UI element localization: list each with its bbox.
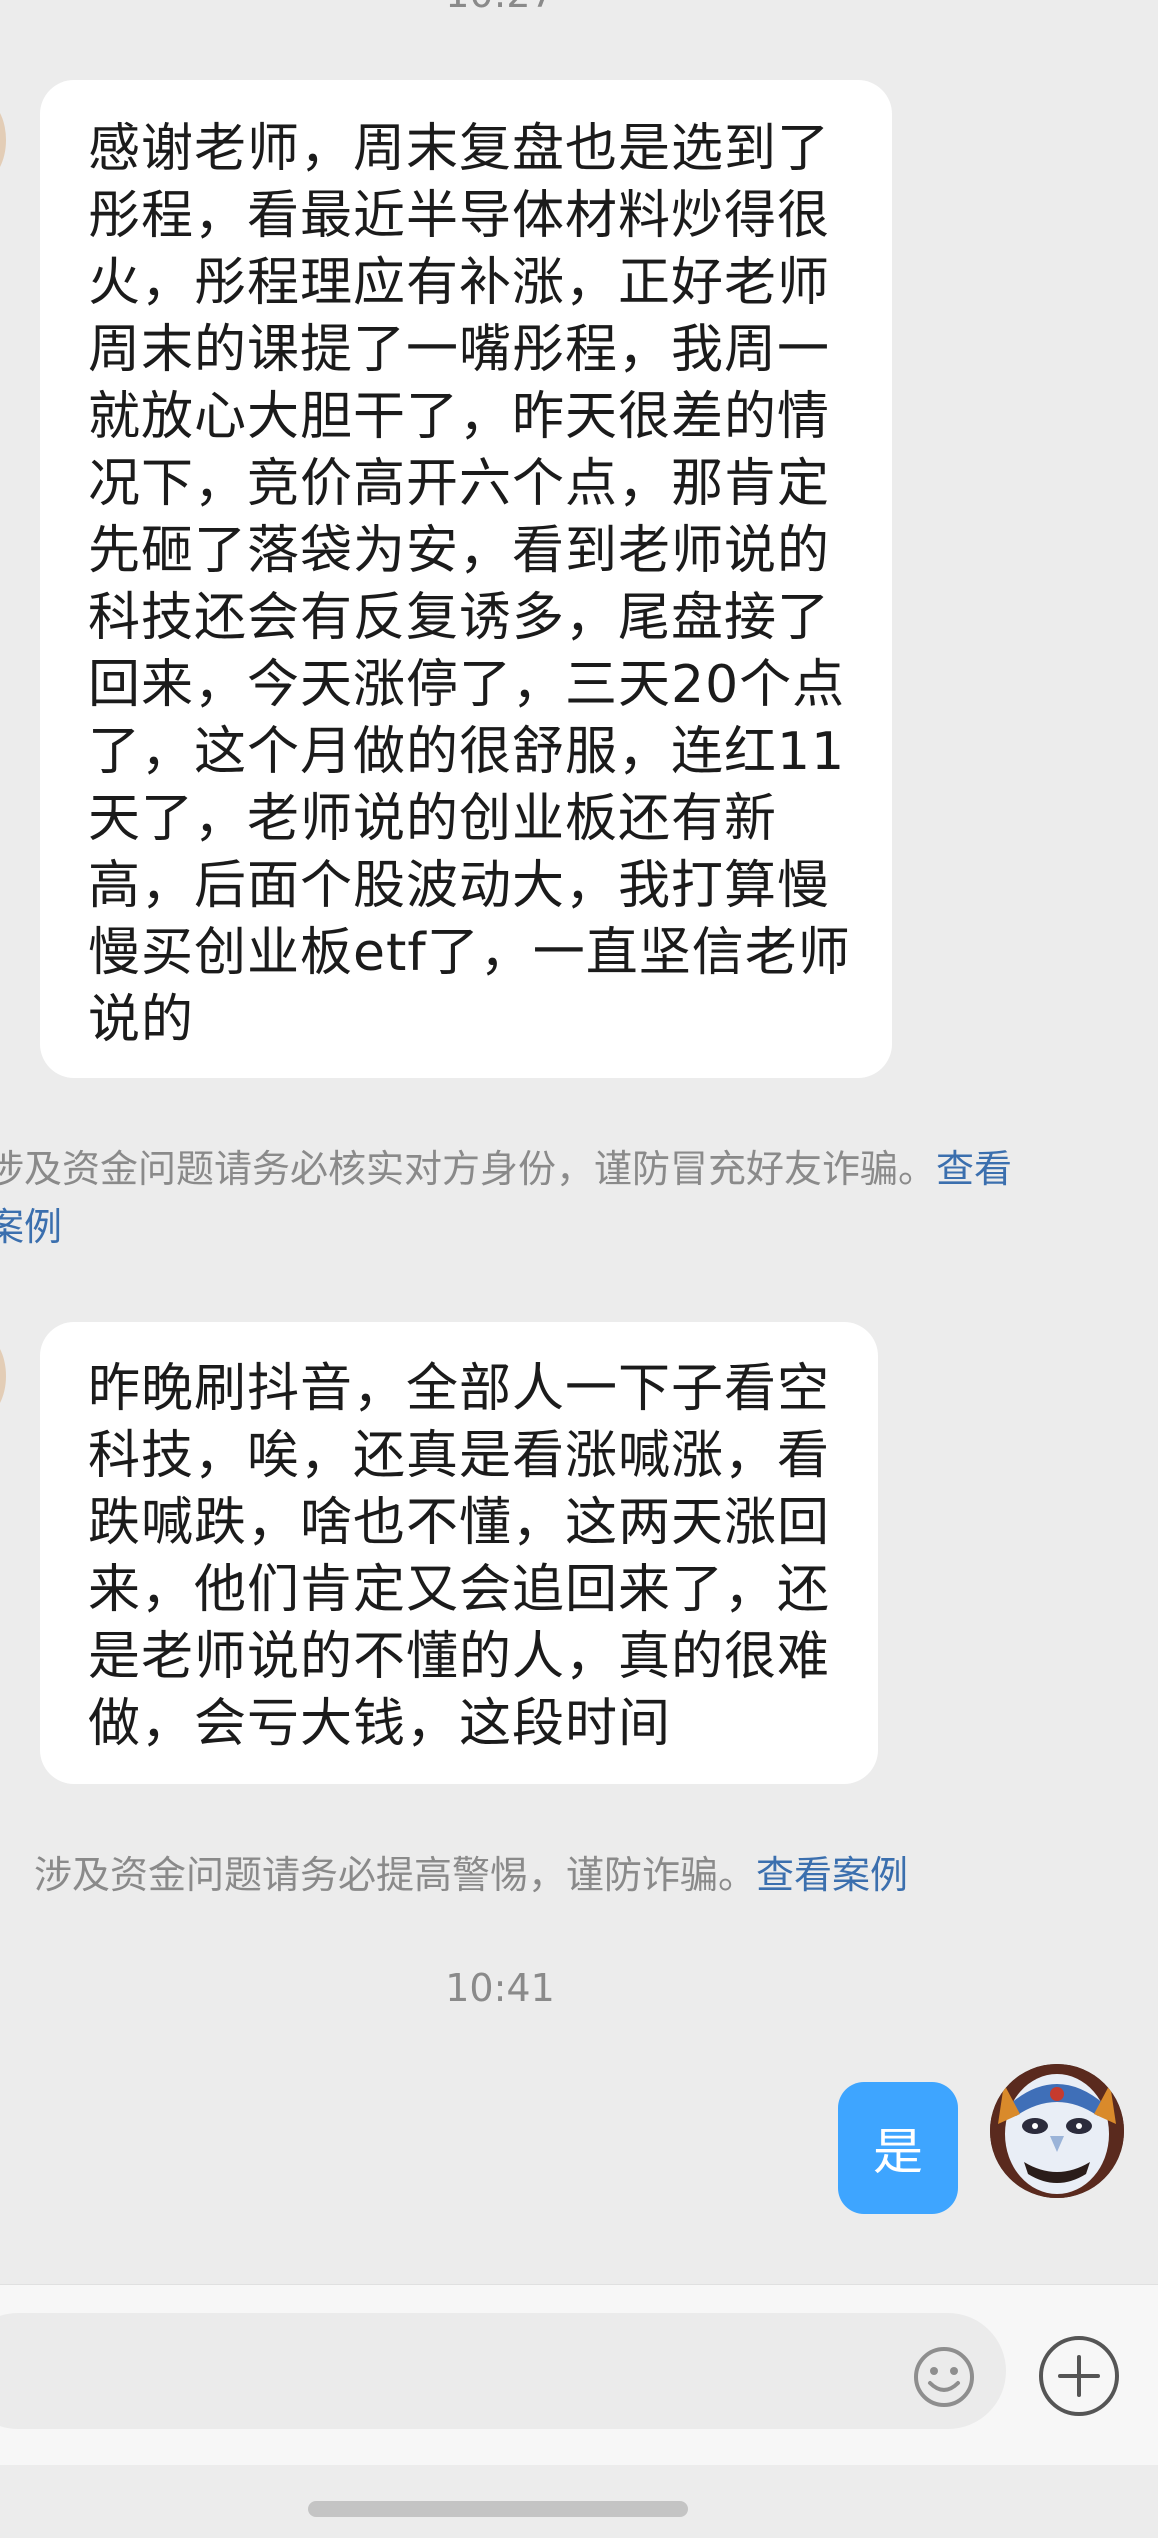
message-line: 是老师说的不懂的人，真的很难 <box>88 1627 831 1687</box>
outgoing-message[interactable]: 是 <box>838 2082 958 2214</box>
incoming-message-2[interactable]: 昨晚刷抖音，全部人一下子看空 科技，唉，还真是看涨喊涨，看 跌喊跌，啥也不懂，这… <box>40 1322 878 1784</box>
contact-avatar[interactable] <box>0 100 6 180</box>
my-avatar[interactable] <box>990 2064 1124 2198</box>
input-bar <box>0 2284 1158 2465</box>
timestamp: 10:41 <box>445 1966 555 2010</box>
view-cases-link[interactable]: 查看案例 <box>756 1853 908 1897</box>
timestamp-top: 10:27 <box>0 0 1000 16</box>
message-line: 科技，唉，还真是看涨喊涨，看 <box>88 1426 831 1486</box>
message-line: 做，会亏大钱，这段时间 <box>88 1694 672 1754</box>
fraud-notice-text: 涉及资金问题请务必核实对方身份，谨防冒充好友诈骗。 <box>0 1147 937 1191</box>
contact-avatar[interactable] <box>0 1336 6 1416</box>
smiley-face-icon <box>914 2347 974 2407</box>
message-line: 周末的课提了一嘴彤程，我周一 <box>88 320 831 380</box>
message-line: 就放心大胆干了，昨天很差的情 <box>88 387 831 447</box>
message-line: 天了，老师说的创业板还有新 <box>88 789 778 849</box>
message-line: 慢买创业板etf了，一直坚信老师 <box>88 923 851 983</box>
more-options-button[interactable] <box>1036 2333 1122 2419</box>
opera-mask-avatar-image <box>990 2064 1124 2198</box>
fraud-notice-2: 涉及资金问题请务必提高警惕，谨防诈骗。查看案例 <box>34 1846 908 1904</box>
message-line: 说的 <box>88 990 195 1050</box>
incoming-message-1[interactable]: 感谢老师，周末复盘也是选到了 彤程，看最近半导体材料炒得很 火，彤程理应有补涨，… <box>40 80 892 1078</box>
message-line: 回来，今天涨停了，三天20个点 <box>88 655 846 715</box>
message-line: 科技还会有反复诱多，尾盘接了 <box>88 588 831 648</box>
outgoing-message-text: 是 <box>873 2123 923 2181</box>
message-input[interactable] <box>0 2313 1006 2429</box>
message-line: 昨晚刷抖音，全部人一下子看空 <box>88 1359 831 1419</box>
message-line: 跌喊跌，啥也不懂，这两天涨回 <box>88 1493 831 1553</box>
fraud-notice-1: 涉及资金问题请务必核实对方身份，谨防冒充好友诈骗。查看案例 <box>0 1140 1026 1256</box>
message-line: 先砸了落袋为安，看到老师说的 <box>88 521 831 581</box>
home-indicator[interactable] <box>308 2501 688 2517</box>
message-line: 高，后面个股波动大，我打算慢 <box>88 856 831 916</box>
emoji-button[interactable] <box>912 2345 976 2409</box>
message-line: 彤程，看最近半导体材料炒得很 <box>88 186 831 246</box>
message-line: 了，这个月做的很舒服，连红11 <box>88 722 846 782</box>
message-line: 感谢老师，周末复盘也是选到了 <box>88 119 831 179</box>
message-line: 况下，竞价高开六个点，那肯定 <box>88 454 831 514</box>
plus-circle-icon <box>1039 2336 1119 2416</box>
message-line: 来，他们肯定又会追回来了，还 <box>88 1560 831 1620</box>
message-line: 火，彤程理应有补涨，正好老师 <box>88 253 831 313</box>
fraud-notice-text: 涉及资金问题请务必提高警惕，谨防诈骗。 <box>34 1853 757 1897</box>
